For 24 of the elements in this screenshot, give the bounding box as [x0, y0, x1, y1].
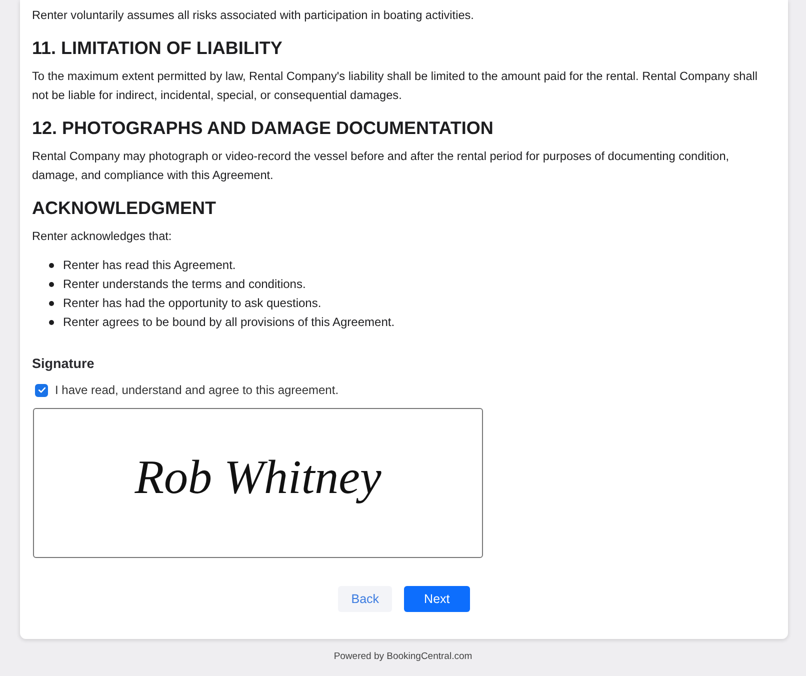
list-item: Renter understands the terms and conditions. — [63, 276, 306, 293]
bullet-icon — [49, 301, 54, 306]
list-item: Renter has had the opportunity to ask questions. — [63, 295, 322, 312]
signature-title: Signature — [32, 356, 96, 371]
paragraph: Rental Company may photograph or video-record the vessel before and after the rental period for purposes of documenting condition, damage, and compliance with this Agreement. — [32, 148, 730, 184]
bullet-icon — [49, 282, 54, 287]
back-button[interactable]: Back — [338, 586, 392, 612]
footer-text: Powered by BookingCentral.com — [332, 651, 474, 662]
signature-text: Rob Whitney — [134, 450, 382, 504]
bullet-icon — [49, 320, 54, 325]
bullet-icon — [49, 263, 54, 268]
list-item: Renter has read this Agreement. — [63, 257, 236, 274]
next-button[interactable]: Next — [404, 586, 470, 612]
paragraph: Renter acknowledges that: — [32, 228, 173, 245]
signature-pad[interactable]: Rob Whitney — [33, 408, 483, 558]
paragraph: To the maximum extent permitted by law, Rental Company's liability shall be limited to the amount paid for the rental. Rental Company shall not be liable for indirect, incidental, special, or consequential damages. — [32, 68, 758, 104]
agree-checkbox[interactable] — [35, 384, 48, 396]
paragraph: Renter voluntarily assumes all risks associated with participation in boating activities. — [32, 7, 475, 24]
agree-label: I have read, understand and agree to this agreement. — [55, 383, 339, 397]
checkmark-icon — [36, 385, 46, 395]
section-heading: ACKNOWLEDGMENT — [32, 197, 217, 219]
list-item: Renter agrees to be bound by all provisions of this Agreement. — [63, 314, 395, 331]
section-heading: 11. LIMITATION OF LIABILITY — [32, 37, 284, 59]
section-heading: 12. PHOTOGRAPHS AND DAMAGE DOCUMENTATION — [32, 117, 494, 139]
